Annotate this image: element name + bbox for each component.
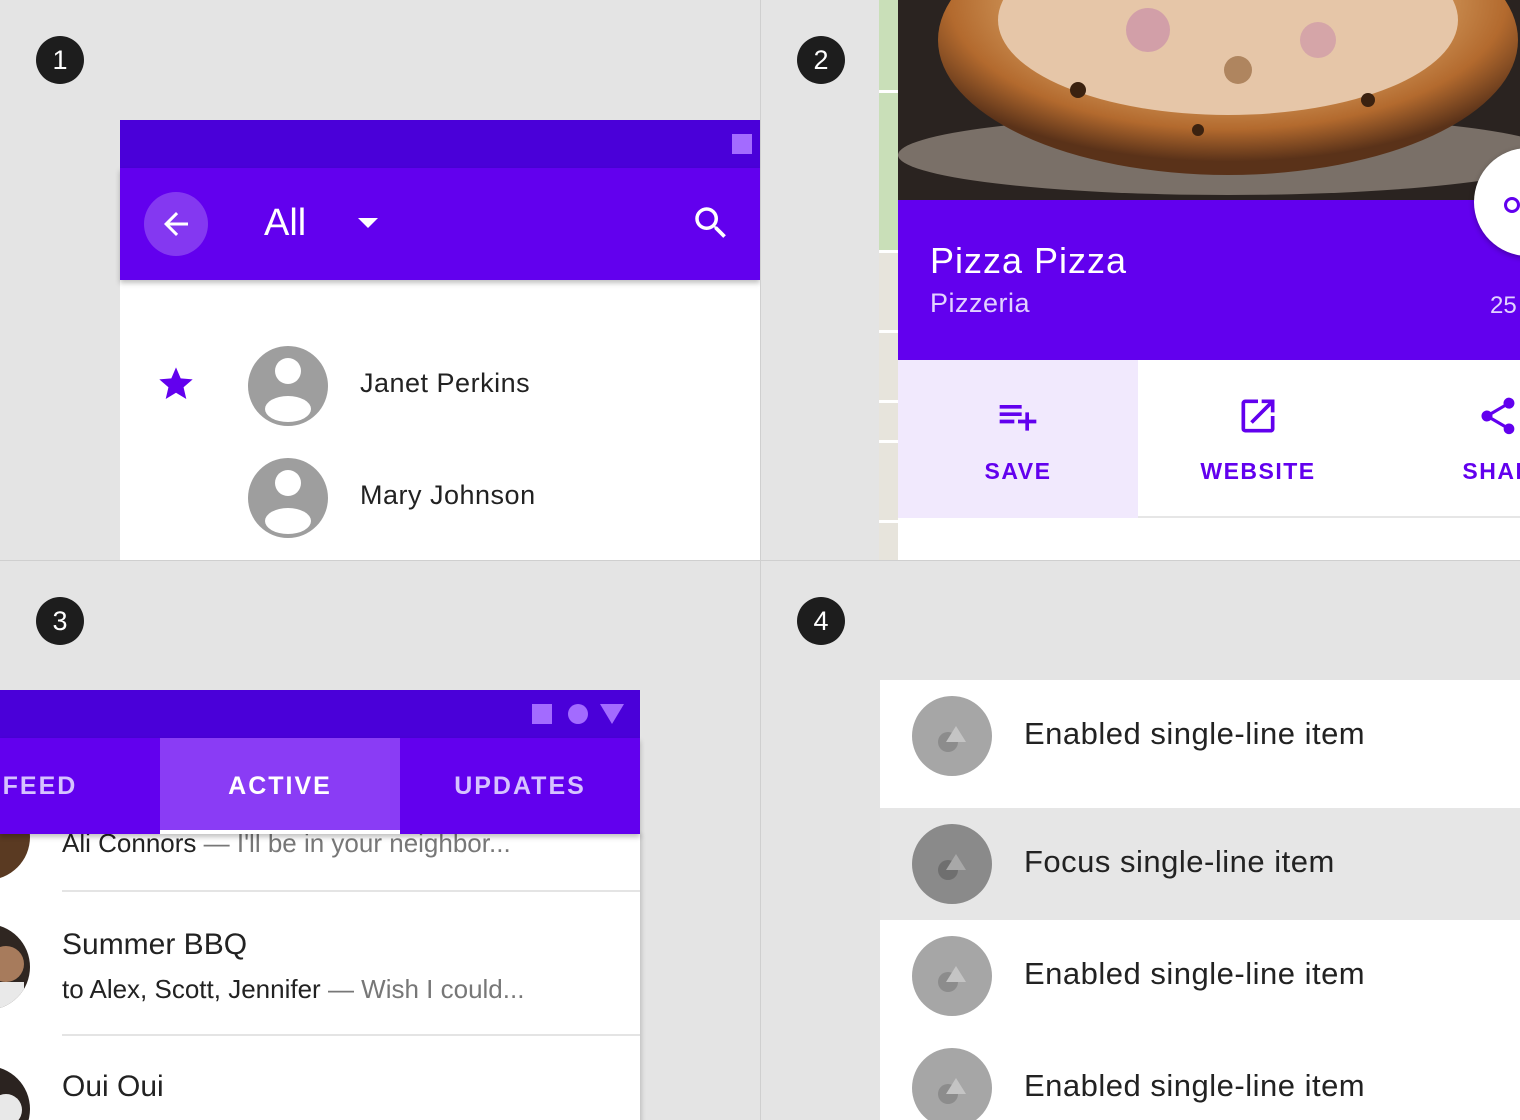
back-button[interactable] xyxy=(144,192,208,256)
list-item[interactable]: Summer BBQ to Alex, Scott, Jennifer — Wi… xyxy=(0,892,640,1036)
panel-number-badge: 4 xyxy=(797,597,845,645)
place-header: Pizza Pizza Pizzeria 25 xyxy=(898,200,1520,360)
place-distance: 25 xyxy=(1490,292,1517,319)
status-bar xyxy=(120,120,760,168)
share-button[interactable]: SHAR xyxy=(1378,360,1520,518)
place-category: Pizzeria xyxy=(930,288,1031,318)
save-button[interactable]: SAVE xyxy=(898,360,1138,518)
tab-feed[interactable]: FEED xyxy=(0,738,160,834)
status-square-icon xyxy=(732,134,752,154)
avatar xyxy=(248,346,328,426)
message-preview: — Wish I could... xyxy=(327,974,525,1004)
message-list: Ali Connors — I'll be in your neighbor..… xyxy=(0,794,640,1120)
tab-indicator xyxy=(160,830,400,834)
list-item[interactable]: Oui Oui xyxy=(0,1036,640,1120)
item-label: Enabled single-line item xyxy=(1024,956,1366,991)
avatar xyxy=(0,924,30,1010)
contact-name: Janet Perkins xyxy=(360,368,531,398)
star-icon[interactable] xyxy=(156,364,196,404)
tab-updates[interactable]: UPDATES xyxy=(400,738,640,834)
top-app-bar: All xyxy=(120,168,760,280)
shapes-icon xyxy=(912,936,992,1016)
panel-2: 2 Pizza Pizza Pizzeria 25 SAVE WEBSITE S… xyxy=(761,0,1520,560)
map-background xyxy=(879,0,899,560)
single-line-list: Enabled single-line item Focus single-li… xyxy=(880,680,1520,1120)
shapes-icon xyxy=(912,1048,992,1120)
open-in-new-icon xyxy=(1241,399,1275,433)
message-line: to Alex, Scott, Jennifer — Wish I could.… xyxy=(62,974,524,1005)
place-title: Pizza Pizza xyxy=(930,240,1128,281)
tab-bar: FEED ACTIVE UPDATES xyxy=(0,738,640,834)
list-item[interactable]: Focus single-line item xyxy=(880,808,1520,920)
directions-icon xyxy=(1504,197,1520,213)
website-label: WEBSITE xyxy=(1200,458,1316,484)
tab-label: ACTIVE xyxy=(228,771,332,800)
shapes-icon xyxy=(912,696,992,776)
panel-4: 4 Enabled single-line item Focus single-… xyxy=(761,561,1520,1120)
pizza-photo xyxy=(898,0,1520,200)
avatar xyxy=(248,458,328,538)
message-title: Oui Oui xyxy=(62,1070,164,1103)
message-recipients: to Alex, Scott, Jennifer xyxy=(62,974,321,1004)
website-button[interactable]: WEBSITE xyxy=(1138,360,1378,518)
person-icon xyxy=(265,358,311,422)
list-item[interactable]: Enabled single-line item xyxy=(880,680,1520,792)
list-item[interactable]: Mary Johnson xyxy=(120,432,760,544)
contact-name: Mary Johnson xyxy=(360,480,536,510)
item-label: Enabled single-line item xyxy=(1024,716,1366,751)
list-item[interactable]: Ali Connors — I'll be in your neighbor..… xyxy=(0,794,640,892)
panel-number-badge: 2 xyxy=(797,36,845,84)
panel-3: 3 Ali Connors — I'll be in your neighbor… xyxy=(0,561,760,1120)
share-label: SHAR xyxy=(1462,458,1520,484)
list-item[interactable]: Enabled single-line item xyxy=(880,1032,1520,1120)
dropdown-arrow-icon[interactable] xyxy=(356,216,384,232)
filter-title[interactable]: All xyxy=(264,202,306,245)
shapes-icon xyxy=(912,824,992,904)
status-triangle-icon xyxy=(600,704,624,724)
person-icon xyxy=(265,470,311,534)
playlist-add-icon xyxy=(999,405,1037,431)
avatar xyxy=(0,1066,30,1120)
tab-active[interactable]: ACTIVE xyxy=(160,738,400,834)
contacts-screen: All Janet Perkins Mary Johnson xyxy=(120,120,760,560)
place-card: Pizza Pizza Pizzeria 25 SAVE WEBSITE SHA xyxy=(898,0,1520,560)
status-circle-icon xyxy=(568,704,588,724)
status-square-icon xyxy=(532,704,552,724)
arrow-back-icon xyxy=(164,212,188,236)
share-icon xyxy=(1481,397,1515,435)
status-bar xyxy=(0,690,640,738)
panel-number-badge: 3 xyxy=(36,597,84,645)
message-title: Summer BBQ xyxy=(62,928,248,961)
item-label: Focus single-line item xyxy=(1024,844,1335,879)
action-row: SAVE WEBSITE SHAR xyxy=(898,360,1520,518)
panel-1: 1 All Janet Perkins Mary Johnson xyxy=(0,0,760,560)
panel-number-badge: 1 xyxy=(36,36,84,84)
search-icon[interactable] xyxy=(690,202,732,244)
item-label: Enabled single-line item xyxy=(1024,1068,1366,1103)
list-item[interactable]: Enabled single-line item xyxy=(880,920,1520,1032)
list-item[interactable]: Janet Perkins xyxy=(120,320,760,432)
save-label: SAVE xyxy=(984,458,1052,484)
